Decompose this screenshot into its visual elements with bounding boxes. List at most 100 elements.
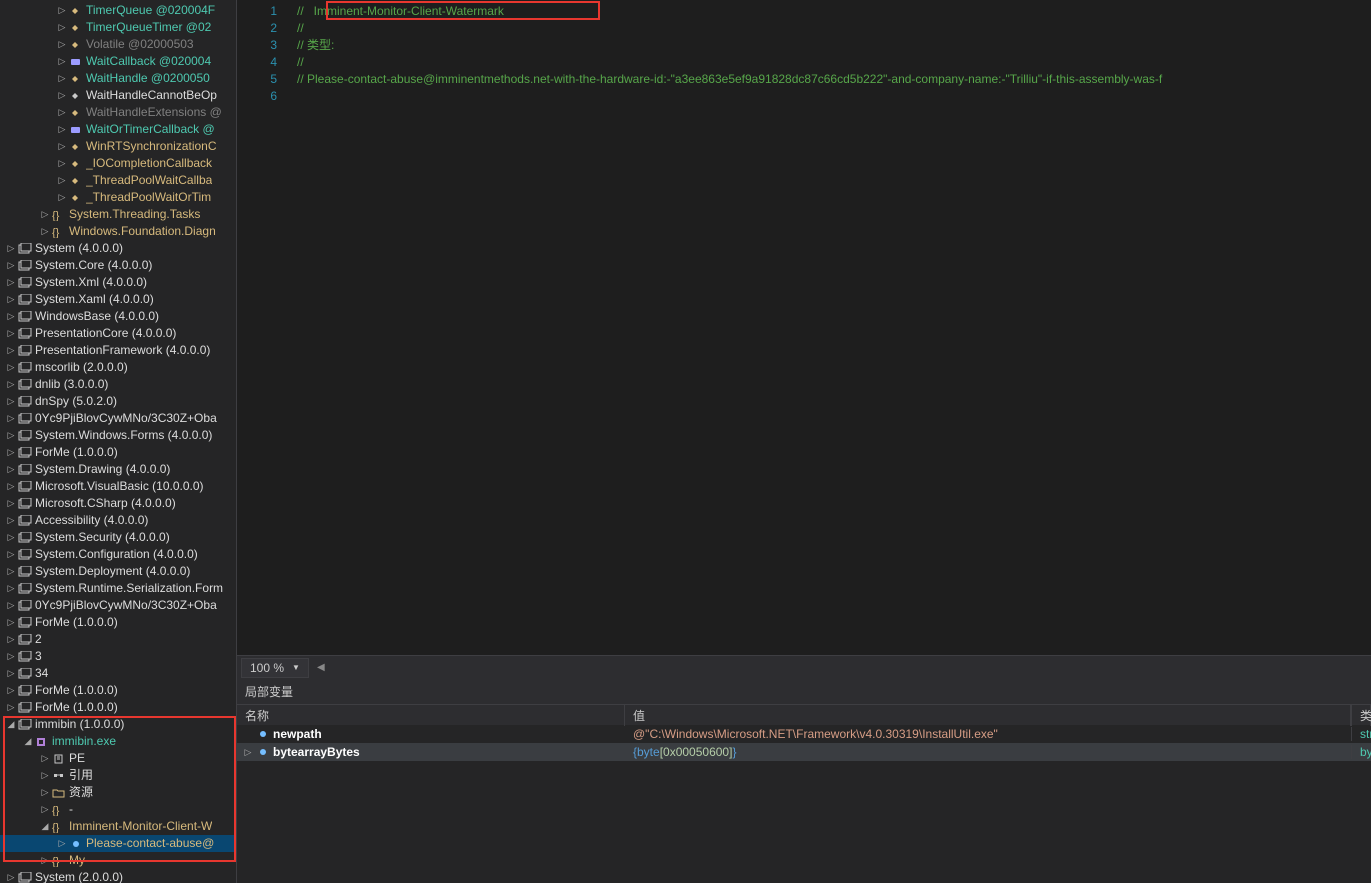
expand-icon[interactable]: ▷ [39, 750, 51, 767]
expand-icon[interactable]: ▷ [5, 427, 17, 444]
expand-icon[interactable]: ▷ [5, 257, 17, 274]
expand-icon[interactable]: ▷ [5, 682, 17, 699]
tree-item[interactable]: ▷ dnSpy (5.0.2.0) [0, 393, 236, 410]
expand-icon[interactable]: ▷ [5, 308, 17, 325]
tree-item[interactable]: ▷ ForMe (1.0.0.0) [0, 682, 236, 699]
tree-item[interactable]: ▷ WinRTSynchronizationC [0, 138, 236, 155]
expand-icon[interactable]: ▷ [39, 223, 51, 240]
expand-icon[interactable]: ▷ [56, 70, 68, 87]
expand-icon[interactable]: ▷ [5, 869, 17, 883]
tree-item[interactable]: ▷ {} System.Threading.Tasks [0, 206, 236, 223]
tree-item[interactable]: ▷ {} - [0, 801, 236, 818]
expand-icon[interactable]: ▷ [56, 138, 68, 155]
expand-icon[interactable]: ▷ [5, 240, 17, 257]
tree-item[interactable]: ◢ immibin.exe [0, 733, 236, 750]
tree-item[interactable]: ▷ WaitOrTimerCallback @ [0, 121, 236, 138]
expand-icon[interactable]: ▷ [56, 172, 68, 189]
expand-icon[interactable]: ▷ [56, 19, 68, 36]
tree-item[interactable]: ▷ _ThreadPoolWaitOrTim [0, 189, 236, 206]
tree-item[interactable]: ▷ 资源 [0, 784, 236, 801]
code-area[interactable]: // Imminent-Monitor-Client-Watermark// /… [297, 0, 1371, 655]
locals-col-name[interactable]: 名称 [237, 705, 625, 726]
tree-item[interactable]: ▷ System.Xaml (4.0.0.0) [0, 291, 236, 308]
expand-icon[interactable]: ◢ [5, 716, 17, 733]
tree-item[interactable]: ▷ WindowsBase (4.0.0.0) [0, 308, 236, 325]
expand-icon[interactable]: ▷ [5, 648, 17, 665]
expand-icon[interactable]: ▷ [5, 325, 17, 342]
expand-icon[interactable]: ▷ [39, 801, 51, 818]
tree-item[interactable]: ▷ WaitCallback @020004 [0, 53, 236, 70]
tree-item[interactable]: ▷ ForMe (1.0.0.0) [0, 614, 236, 631]
expand-icon[interactable]: ▷ [56, 155, 68, 172]
tree-item[interactable]: ▷ ForMe (1.0.0.0) [0, 444, 236, 461]
tree-item[interactable]: ▷ WaitHandleExtensions @ [0, 104, 236, 121]
expand-icon[interactable]: ▷ [39, 767, 51, 784]
tree-item[interactable]: ▷ Please-contact-abuse@ [0, 835, 236, 852]
expand-icon[interactable]: ▷ [5, 410, 17, 427]
expand-icon[interactable]: ▷ [5, 512, 17, 529]
tree-item[interactable]: ▷ dnlib (3.0.0.0) [0, 376, 236, 393]
tree-item[interactable]: ▷ WaitHandle @0200050 [0, 70, 236, 87]
expand-icon[interactable]: ▷ [5, 478, 17, 495]
tree-item[interactable]: ▷ PresentationFramework (4.0.0.0) [0, 342, 236, 359]
tree-item[interactable]: ▷ System.Drawing (4.0.0.0) [0, 461, 236, 478]
zoom-selector[interactable]: 100 % ▼ [241, 658, 309, 678]
tree-item[interactable]: ▷ System.Core (4.0.0.0) [0, 257, 236, 274]
expand-icon[interactable]: ▷ [56, 104, 68, 121]
tree-item[interactable]: ▷ System.Deployment (4.0.0.0) [0, 563, 236, 580]
expand-icon[interactable]: ▷ [5, 614, 17, 631]
expand-icon[interactable]: ▷ [39, 206, 51, 223]
tree-item[interactable]: ▷ Microsoft.CSharp (4.0.0.0) [0, 495, 236, 512]
expand-icon[interactable]: ▷ [5, 444, 17, 461]
expand-icon[interactable]: ▷ [5, 529, 17, 546]
tree-item[interactable]: ▷ TimerQueue @020004F [0, 2, 236, 19]
tree-view[interactable]: ▷ TimerQueue @020004F ▷ TimerQueueTimer … [0, 0, 236, 883]
tree-item[interactable]: ▷ _IOCompletionCallback [0, 155, 236, 172]
tree-item[interactable]: ▷ System (2.0.0.0) [0, 869, 236, 883]
expand-icon[interactable]: ▷ [56, 189, 68, 206]
tree-item[interactable]: ◢ immibin (1.0.0.0) [0, 716, 236, 733]
tree-item[interactable]: ▷ System.Windows.Forms (4.0.0.0) [0, 427, 236, 444]
locals-row[interactable]: newpath @"C:\Windows\Microsoft.NET\Frame… [237, 725, 1371, 743]
expand-icon[interactable]: ▷ [56, 53, 68, 70]
expand-icon[interactable]: ▷ [56, 36, 68, 53]
tree-item[interactable]: ▷ System (4.0.0.0) [0, 240, 236, 257]
tree-item[interactable]: ▷ {} My [0, 852, 236, 869]
expand-icon[interactable]: ▷ [5, 631, 17, 648]
expand-icon[interactable]: ▷ [5, 461, 17, 478]
expand-icon[interactable]: ▷ [5, 580, 17, 597]
expand-icon[interactable]: ▷ [56, 121, 68, 138]
locals-panel[interactable]: 局部变量 名称 值 类 newpath @"C:\Windows\Microso… [237, 679, 1371, 883]
tree-item[interactable]: ▷ mscorlib (2.0.0.0) [0, 359, 236, 376]
expand-icon[interactable]: ▷ [5, 563, 17, 580]
tree-item[interactable]: ▷ Volatile @02000503 [0, 36, 236, 53]
locals-col-value[interactable]: 值 [625, 705, 1351, 726]
tree-item[interactable]: ▷ System.Configuration (4.0.0.0) [0, 546, 236, 563]
expand-icon[interactable]: ◢ [39, 818, 51, 835]
tree-item[interactable]: ▷ System.Xml (4.0.0.0) [0, 274, 236, 291]
tree-item[interactable]: ▷ Accessibility (4.0.0.0) [0, 512, 236, 529]
locals-row[interactable]: ▷ bytearrayBytes {byte[0x00050600]} by [237, 743, 1371, 761]
chevron-left-icon[interactable]: ◀ [317, 662, 325, 673]
expand-icon[interactable]: ▷ [5, 291, 17, 308]
expand-icon[interactable]: ▷ [56, 835, 68, 852]
expand-icon[interactable]: ▷ [5, 495, 17, 512]
tree-item[interactable]: ▷ System.Runtime.Serialization.Form [0, 580, 236, 597]
tree-item[interactable]: ▷ ForMe (1.0.0.0) [0, 699, 236, 716]
expand-icon[interactable]: ▷ [5, 359, 17, 376]
expand-icon[interactable]: ▷ [241, 747, 255, 758]
tree-item[interactable]: ▷ 2 [0, 631, 236, 648]
tree-item[interactable]: ▷ PE [0, 750, 236, 767]
tree-item[interactable]: ▷ _ThreadPoolWaitCallba [0, 172, 236, 189]
tree-item[interactable]: ▷ WaitHandleCannotBeOp [0, 87, 236, 104]
expand-icon[interactable]: ▷ [56, 2, 68, 19]
expand-icon[interactable]: ▷ [39, 852, 51, 869]
tree-item[interactable]: ▷ 0Yc9PjiBlovCywMNo/3C30Z+Oba [0, 597, 236, 614]
expand-icon[interactable]: ▷ [5, 274, 17, 291]
assembly-explorer[interactable]: ▷ TimerQueue @020004F ▷ TimerQueueTimer … [0, 0, 237, 883]
tree-item[interactable]: ▷ System.Security (4.0.0.0) [0, 529, 236, 546]
expand-icon[interactable]: ◢ [22, 733, 34, 750]
tree-item[interactable]: ▷ PresentationCore (4.0.0.0) [0, 325, 236, 342]
expand-icon[interactable]: ▷ [5, 597, 17, 614]
tree-item[interactable]: ▷ 3 [0, 648, 236, 665]
